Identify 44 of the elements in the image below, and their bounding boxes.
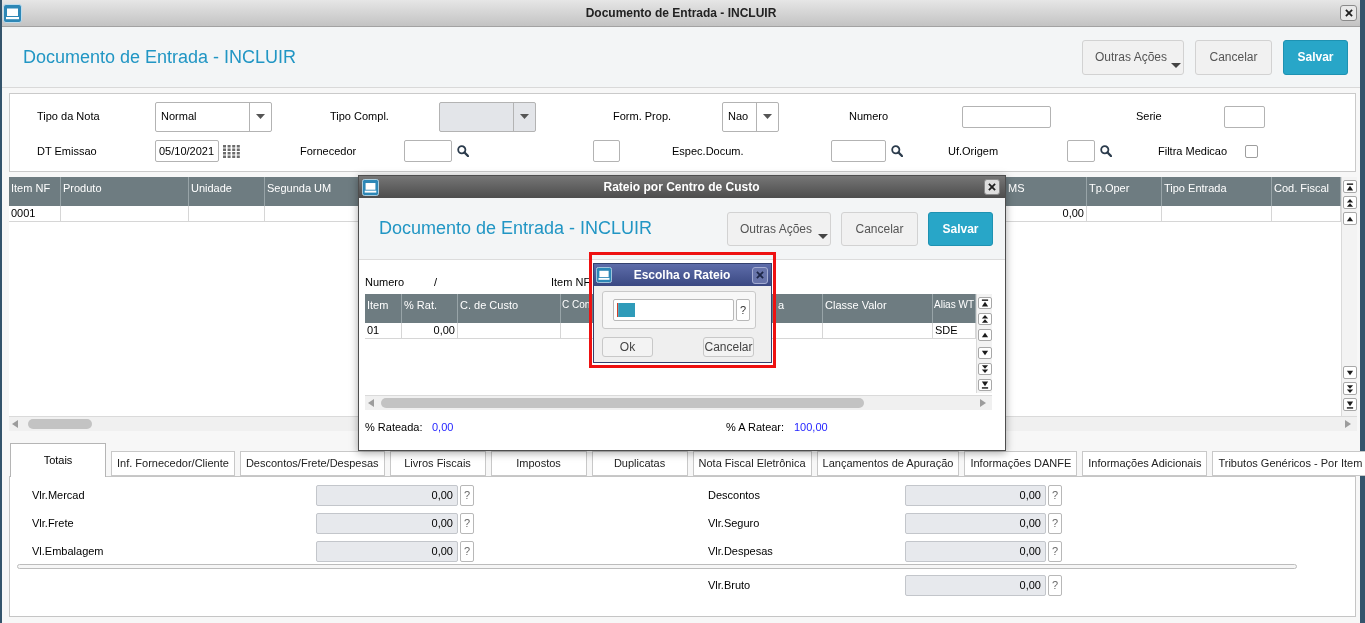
field-label: Filtra Medicao	[1158, 143, 1229, 159]
field-label: % Rateada:	[365, 420, 424, 435]
column-header: Item NF	[9, 177, 61, 206]
column-header: Tp.Oper	[1087, 177, 1162, 206]
field-label: Descontos	[708, 488, 761, 504]
dialog-title: Rateio por Centro de Custo	[602, 179, 761, 196]
field-value: /	[434, 274, 438, 290]
dialog-title: Escolha o Rateio	[632, 267, 732, 284]
column-header: MS	[1006, 177, 1087, 206]
field-value: 0,00	[432, 420, 454, 435]
field-label: Vl.Embalagem	[32, 544, 105, 560]
column-header: C. de Custo	[458, 294, 561, 323]
field-label: Vlr.Seguro	[708, 516, 761, 532]
column-header: Produto	[61, 177, 189, 206]
column-header: Classe Valor	[823, 294, 933, 323]
table-cell: 01	[365, 323, 402, 339]
field-label: % A Ratear:	[726, 420, 786, 435]
field-label: Vlr.Frete	[32, 516, 75, 532]
page-title: Documento de Entrada - INCLUIR	[379, 217, 653, 240]
column-header: Alias WT	[933, 294, 976, 323]
window-title: Documento de Entrada - INCLUIR	[584, 5, 778, 22]
column-header: Item	[365, 294, 402, 323]
field-label: Tipo da Nota	[37, 109, 101, 125]
column-header: % Rat.	[402, 294, 458, 323]
page-title: Documento de Entrada - INCLUIR	[23, 45, 297, 69]
field-label: Numero	[849, 109, 890, 125]
table-cell: 0001	[9, 206, 61, 222]
field-label: Item NF	[551, 274, 591, 290]
table-cell: 0,00	[402, 323, 458, 339]
column-header: Unidade	[189, 177, 265, 206]
field-value: 100,00	[794, 420, 828, 435]
field-label: DT Emissao	[37, 143, 98, 159]
field-label: Tipo Compl.	[330, 109, 390, 125]
field-label: Espec.Docum.	[672, 143, 745, 159]
column-header: Cod. Fiscal	[1272, 177, 1341, 206]
field-label: Numero	[365, 274, 406, 290]
field-label: Vlr.Bruto	[708, 578, 752, 594]
field-label: Vlr.Despesas	[708, 544, 774, 560]
field-label: Serie	[1136, 109, 1163, 125]
field-label: Vlr.Mercad	[32, 488, 86, 504]
column-header: Tipo Entrada	[1162, 177, 1272, 206]
field-label: Uf.Origem	[948, 143, 1000, 159]
field-label: Form. Prop.	[613, 109, 673, 125]
field-label: Fornecedor	[300, 143, 358, 159]
